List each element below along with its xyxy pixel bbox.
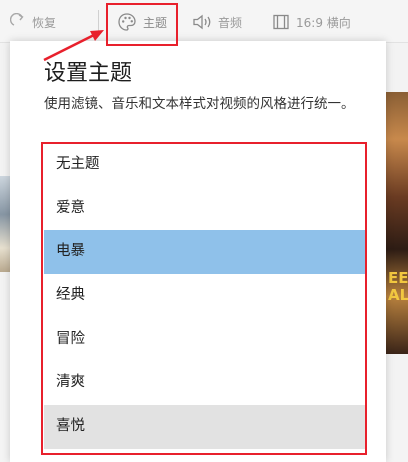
theme-item-fresh[interactable]: 清爽 (44, 361, 366, 405)
undo-button[interactable]: 恢复 (10, 12, 56, 32)
theme-item-classic[interactable]: 经典 (44, 274, 366, 318)
panel-description: 使用滤镜、音乐和文本样式对视频的风格进行统一。 (44, 96, 355, 112)
audio-button[interactable]: 音频 (192, 12, 242, 32)
theme-item-adventure[interactable]: 冒险 (44, 318, 366, 362)
poster-text: EE AL (388, 269, 408, 304)
panel-title: 设置主题 (44, 61, 133, 86)
undo-label: 恢复 (32, 15, 57, 30)
theme-item-joy[interactable]: 喜悦 (44, 405, 366, 449)
aspect-ratio-icon (273, 14, 289, 30)
palette-icon (118, 13, 136, 31)
theme-item-electric-storm[interactable]: 电暴 (44, 230, 366, 275)
speaker-icon (193, 14, 211, 30)
theme-item-love[interactable]: 爱意 (44, 187, 366, 231)
audio-label: 音频 (218, 15, 243, 30)
theme-item-none[interactable]: 无主题 (44, 143, 366, 187)
toolbar: 恢复 主题 音频 16:9 横向 (0, 0, 408, 43)
toolbar-divider (98, 10, 99, 32)
theme-list: 无主题 爱意 电暴 经典 冒险 清爽 喜悦 (44, 143, 366, 449)
theme-button[interactable]: 主题 (117, 12, 167, 32)
theme-label: 主题 (143, 15, 168, 30)
background-poster-thumbnail: EE AL (386, 92, 408, 354)
theme-flyout-panel: 设置主题 使用滤镜、音乐和文本样式对视频的风格进行统一。 无主题 爱意 电暴 经… (10, 41, 386, 462)
redo-arrow-icon (10, 13, 24, 26)
aspect-ratio-button[interactable]: 16:9 横向 (272, 12, 351, 32)
aspect-ratio-label: 16:9 横向 (296, 15, 351, 30)
